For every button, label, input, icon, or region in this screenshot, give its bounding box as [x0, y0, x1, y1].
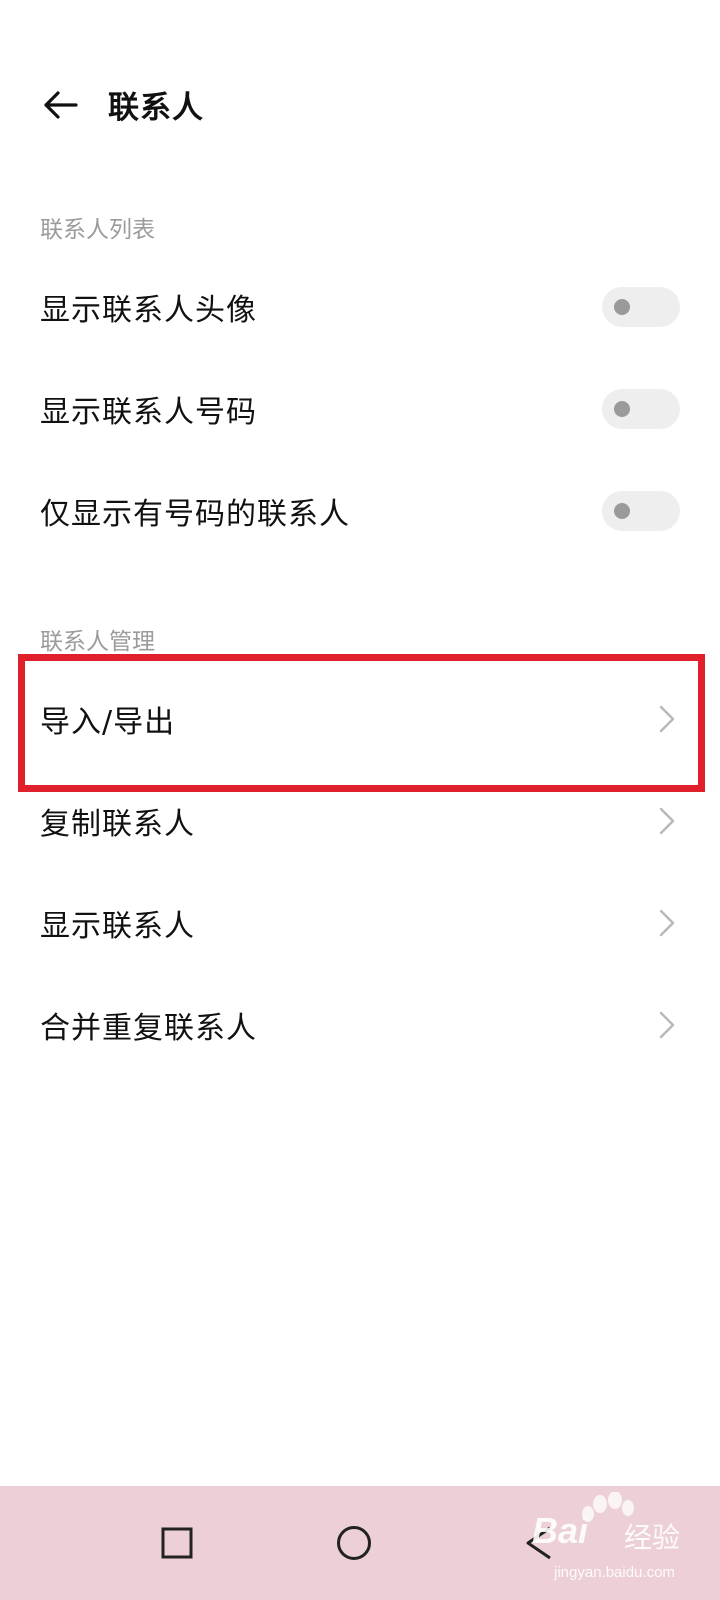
menu-label: 合并重复联系人: [40, 1011, 257, 1046]
menu-label: 显示联系人: [40, 909, 195, 944]
chevron-right-icon: [659, 807, 675, 835]
show-avatar-toggle[interactable]: [602, 287, 680, 327]
recent-apps-button[interactable]: [138, 1504, 216, 1582]
watermark-brand: Bai: [532, 1510, 589, 1551]
toggle-knob: [614, 401, 630, 417]
system-navigation-bar: Bai 经验 jingyan.baidu.com: [0, 1486, 720, 1600]
recent-apps-icon: [161, 1527, 193, 1559]
setting-row-show-avatar[interactable]: 显示联系人头像: [0, 256, 720, 358]
setting-label: 仅显示有号码的联系人: [40, 497, 350, 532]
setting-label: 显示联系人号码: [40, 395, 257, 430]
top-app-bar: 联系人: [0, 60, 720, 150]
watermark-url: jingyan.baidu.com: [554, 1564, 675, 1581]
back-button[interactable]: [28, 76, 92, 134]
setting-row-show-number[interactable]: 显示联系人号码: [0, 358, 720, 460]
section-title-contact-management: 联系人管理: [40, 629, 155, 655]
chevron-right-icon: [659, 909, 675, 937]
watermark-brand-suffix: 经验: [624, 1522, 681, 1553]
menu-label: 复制联系人: [40, 807, 195, 842]
menu-row-merge-duplicates[interactable]: 合并重复联系人: [0, 974, 720, 1076]
page-title: 联系人: [108, 90, 204, 126]
back-arrow-icon: [44, 91, 78, 119]
setting-label: 显示联系人头像: [40, 293, 257, 328]
only-with-number-toggle[interactable]: [602, 491, 680, 531]
section-title-contact-list: 联系人列表: [40, 217, 155, 243]
setting-row-only-with-number[interactable]: 仅显示有号码的联系人: [0, 460, 720, 562]
toggle-knob: [614, 503, 630, 519]
home-button[interactable]: [315, 1504, 393, 1582]
chevron-right-icon: [659, 1011, 675, 1039]
show-number-toggle[interactable]: [602, 389, 680, 429]
menu-row-display-contacts[interactable]: 显示联系人: [0, 872, 720, 974]
highlight-annotation: [18, 654, 705, 792]
home-icon: [337, 1526, 371, 1560]
toggle-knob: [614, 299, 630, 315]
baidu-watermark: Bai 经验 jingyan.baidu.com: [514, 1492, 704, 1592]
